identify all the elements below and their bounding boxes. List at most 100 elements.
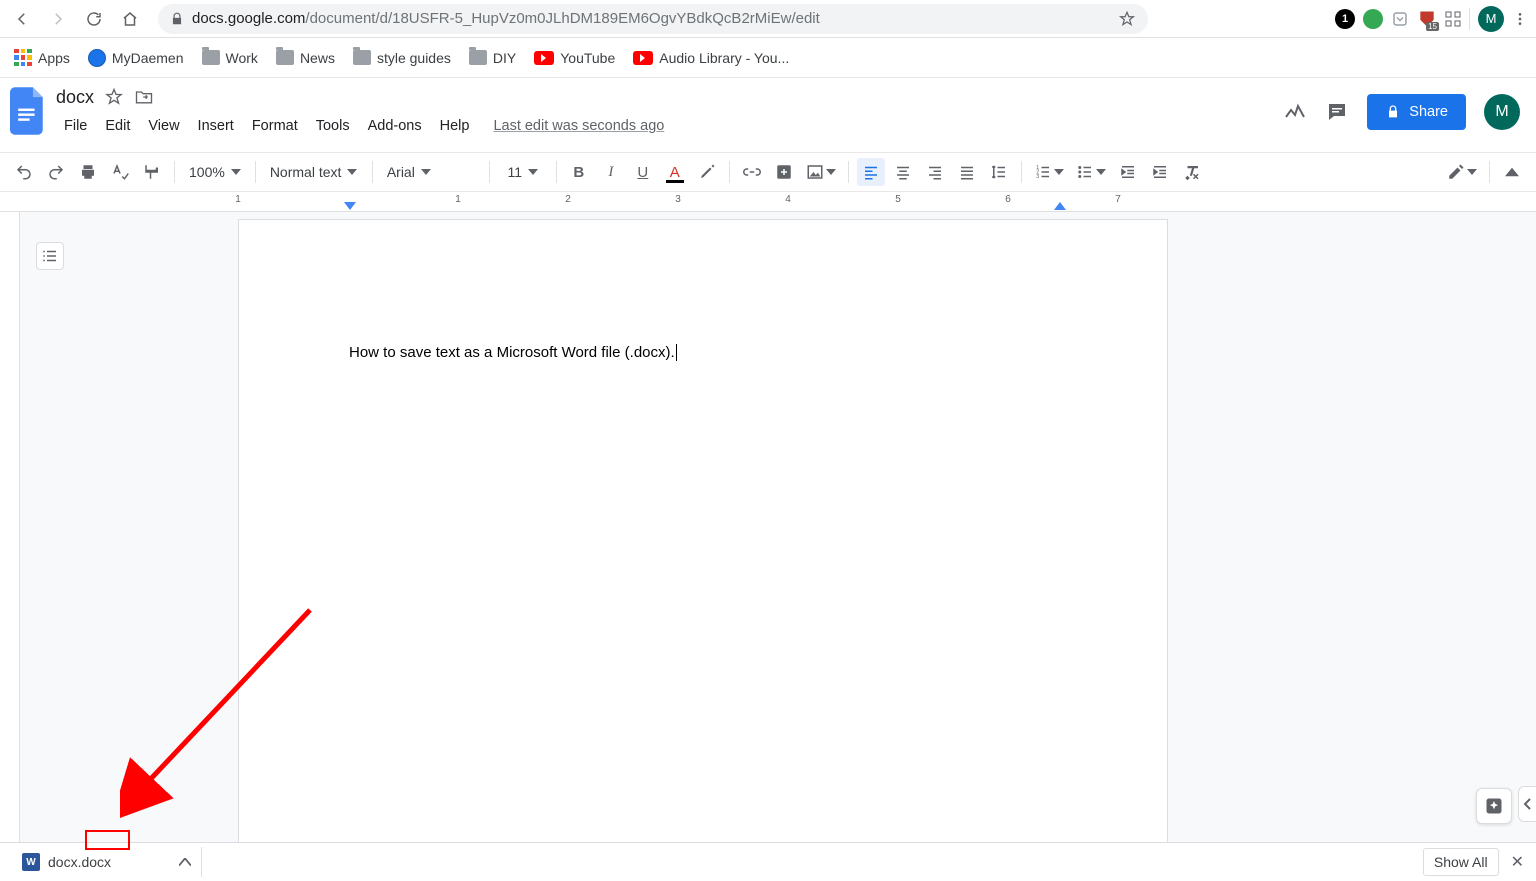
text-color-button[interactable]: A [661, 158, 689, 186]
menu-bar: File Edit View Insert Format Tools Add-o… [56, 114, 664, 138]
bm-mydaemen[interactable]: MyDaemen [88, 49, 184, 67]
download-menu-caret[interactable] [179, 858, 191, 866]
underline-button[interactable]: U [629, 158, 657, 186]
menu-tools[interactable]: Tools [308, 114, 358, 138]
bookmark-star-icon[interactable] [1118, 10, 1136, 28]
bullet-list-button[interactable] [1072, 158, 1110, 186]
folder-icon [202, 50, 220, 65]
forward-button[interactable] [44, 5, 72, 33]
decrease-indent-button[interactable] [1114, 158, 1142, 186]
apps-grid-icon [14, 49, 32, 67]
docs-header: docx File Edit View Insert Format Tools … [0, 78, 1536, 152]
home-button[interactable] [116, 5, 144, 33]
redo-button[interactable] [42, 158, 70, 186]
folder-icon [469, 50, 487, 65]
outline-toggle-icon[interactable] [36, 242, 64, 270]
document-page[interactable]: How to save text as a Microsoft Word fil… [238, 219, 1168, 842]
undo-button[interactable] [10, 158, 38, 186]
bm-news[interactable]: News [276, 50, 335, 66]
extension-pocket-icon[interactable] [1391, 10, 1409, 28]
menu-format[interactable]: Format [244, 114, 306, 138]
insert-comment-button[interactable] [770, 158, 798, 186]
spellcheck-button[interactable] [106, 158, 134, 186]
extension-indicator-green[interactable] [1363, 9, 1383, 29]
last-edit-text[interactable]: Last edit was seconds ago [493, 118, 664, 134]
folder-icon [276, 50, 294, 65]
bm-diy[interactable]: DIY [469, 50, 516, 66]
bold-button[interactable]: B [565, 158, 593, 186]
download-filename: docx.docx [48, 854, 111, 870]
star-document-icon[interactable] [104, 87, 124, 107]
menu-addons[interactable]: Add-ons [360, 114, 430, 138]
downloads-bar: W docx.docx Show All ✕ [0, 842, 1536, 881]
lock-icon [1385, 104, 1401, 120]
align-justify-button[interactable] [953, 158, 981, 186]
print-button[interactable] [74, 158, 102, 186]
profile-avatar[interactable]: M [1478, 6, 1504, 32]
document-body[interactable]: How to save text as a Microsoft Word fil… [349, 344, 1057, 361]
folder-icon [353, 50, 371, 65]
horizontal-ruler[interactable]: 1 1 2 3 4 5 6 7 [0, 192, 1536, 212]
style-select[interactable]: Normal text [264, 164, 364, 180]
editing-mode-button[interactable] [1443, 158, 1481, 186]
browser-navbar: docs.google.com/document/d/18USFR-5_HupV… [0, 0, 1536, 38]
line-spacing-button[interactable] [985, 158, 1013, 186]
separator [1469, 8, 1470, 30]
back-button[interactable] [8, 5, 36, 33]
bm-apps[interactable]: Apps [14, 49, 70, 67]
browser-right-icons: 1 15 M [1335, 6, 1528, 32]
show-all-downloads-button[interactable]: Show All [1423, 848, 1499, 876]
clear-formatting-button[interactable] [1178, 158, 1206, 186]
address-bar[interactable]: docs.google.com/document/d/18USFR-5_HupV… [158, 4, 1148, 34]
insert-link-button[interactable] [738, 158, 766, 186]
comments-icon[interactable] [1325, 100, 1349, 124]
bm-work[interactable]: Work [202, 50, 258, 66]
paint-format-button[interactable] [138, 158, 166, 186]
account-avatar[interactable]: M [1484, 94, 1520, 130]
side-panel-toggle[interactable] [1518, 786, 1536, 822]
align-right-button[interactable] [921, 158, 949, 186]
highlight-button[interactable] [693, 158, 721, 186]
bm-audio-library[interactable]: Audio Library - You... [633, 50, 789, 66]
font-select[interactable]: Arial [381, 164, 481, 180]
lock-icon [170, 12, 184, 26]
activity-icon[interactable] [1283, 100, 1307, 124]
menu-help[interactable]: Help [432, 114, 478, 138]
youtube-icon [633, 51, 653, 65]
extension-badge-1[interactable]: 1 [1335, 9, 1355, 29]
menu-view[interactable]: View [140, 114, 187, 138]
svg-text:3: 3 [1036, 174, 1039, 180]
annotation-highlight-box [85, 830, 130, 850]
url-text: docs.google.com/document/d/18USFR-5_HupV… [192, 10, 820, 27]
menu-insert[interactable]: Insert [190, 114, 242, 138]
font-size-select[interactable]: 11 [498, 164, 548, 180]
text-cursor [676, 344, 677, 361]
align-center-button[interactable] [889, 158, 917, 186]
bm-youtube[interactable]: YouTube [534, 50, 615, 66]
browser-menu-icon[interactable] [1512, 11, 1528, 27]
move-document-icon[interactable] [134, 87, 154, 107]
bm-style-guides[interactable]: style guides [353, 50, 451, 66]
zoom-select[interactable]: 100% [183, 164, 247, 180]
download-item[interactable]: W docx.docx [12, 847, 202, 877]
share-button[interactable]: Share [1367, 94, 1466, 130]
menu-edit[interactable]: Edit [97, 114, 138, 138]
docs-logo[interactable] [8, 84, 48, 138]
extension-grid-icon[interactable] [1445, 11, 1461, 27]
numbered-list-button[interactable]: 123 [1030, 158, 1068, 186]
close-downloads-bar-button[interactable]: ✕ [1511, 852, 1524, 872]
align-left-button[interactable] [857, 158, 885, 186]
increase-indent-button[interactable] [1146, 158, 1174, 186]
extension-ublock-icon[interactable]: 15 [1417, 9, 1437, 29]
vertical-ruler[interactable] [0, 212, 20, 842]
menu-file[interactable]: File [56, 114, 95, 138]
italic-button[interactable]: I [597, 158, 625, 186]
explore-button[interactable] [1476, 788, 1512, 824]
bookmarks-bar: Apps MyDaemen Work News style guides DIY… [0, 38, 1536, 78]
globe-icon [88, 49, 106, 67]
insert-image-button[interactable] [802, 158, 840, 186]
document-title[interactable]: docx [56, 87, 94, 108]
reload-button[interactable] [80, 5, 108, 33]
word-file-icon: W [22, 853, 40, 871]
toolbar-collapse-button[interactable] [1498, 158, 1526, 186]
